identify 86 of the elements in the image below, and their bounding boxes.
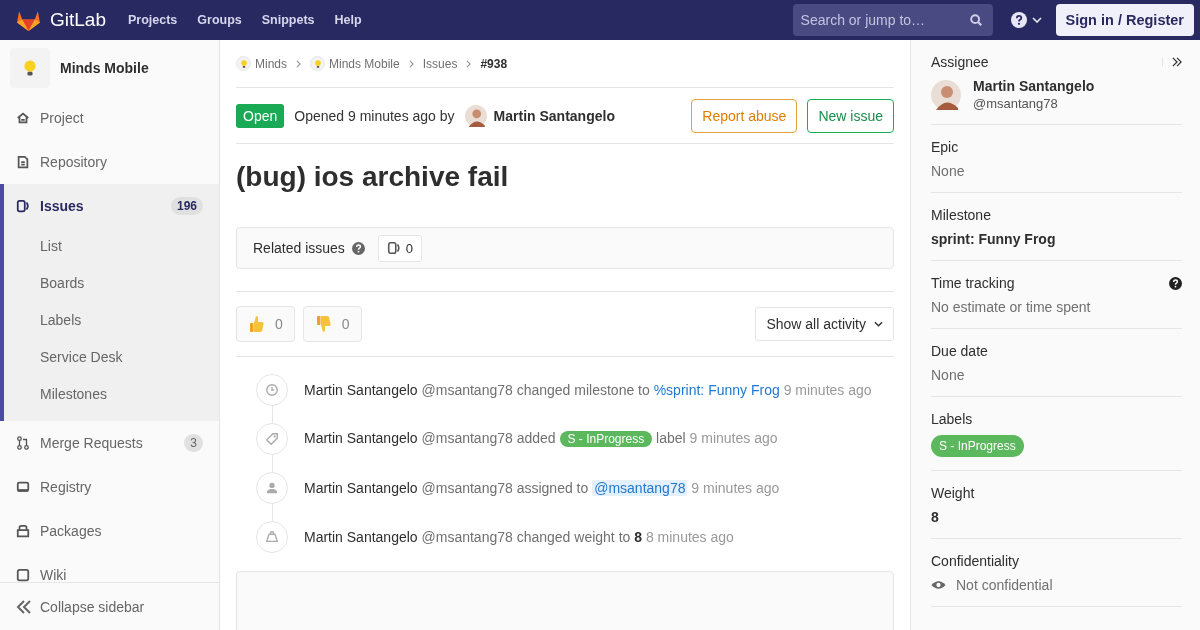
thumbs-down-button[interactable]: 0 [302, 306, 362, 342]
chevron-right-icon [408, 59, 414, 68]
section-value: No estimate or time spent [931, 299, 1092, 315]
section-heading: Epic [931, 139, 959, 155]
thumbs-up-button[interactable]: 0 [236, 306, 295, 342]
nav-link[interactable]: Help [334, 13, 362, 27]
sidebar-item[interactable]: Issues 196 [4, 184, 219, 228]
section-heading: Due date [931, 343, 988, 359]
user-mention-link[interactable]: @msantang78 [592, 479, 688, 496]
clock-icon [256, 373, 288, 406]
chevron-down-icon [874, 321, 883, 327]
nav-link[interactable]: Projects [128, 13, 178, 27]
tag-icon [256, 422, 288, 455]
activity-note: Martin Santangelo @msantang78 changed milestone to %sprint: Funny Frog 9 minutes ago [304, 381, 872, 398]
issue-title: (bug) ios archive fail [236, 161, 510, 193]
status-badge: Open [236, 103, 285, 128]
weight-icon [256, 520, 288, 553]
user-icon [256, 471, 288, 504]
sidebar-item[interactable]: Registry [0, 465, 219, 509]
logo-text[interactable]: GitLab [50, 9, 106, 31]
issues-icon [16, 199, 30, 213]
section-value: 8 [931, 509, 940, 525]
section-heading: Weight [931, 485, 975, 501]
chevron-right-icon [296, 59, 301, 68]
breadcrumb-link[interactable]: Issues [422, 56, 458, 71]
report-abuse-button[interactable]: Report abuse [691, 98, 798, 133]
double-chevron-left-icon [16, 599, 32, 614]
section-value: Not confidential [956, 577, 1053, 593]
help-icon[interactable] [1169, 276, 1182, 290]
breadcrumb-link[interactable]: Minds Mobile [329, 56, 400, 71]
section-value: None [931, 367, 966, 383]
author-link[interactable]: Martin Santangelo [493, 107, 615, 124]
milestone-link[interactable]: %sprint: Funny Frog [653, 381, 780, 398]
assignee-heading: Assignee [931, 54, 989, 70]
sidebar-item[interactable]: Packages [0, 509, 219, 553]
nav-link[interactable]: Groups [197, 13, 242, 27]
house-icon [16, 111, 30, 125]
sign-in-button[interactable]: Sign in / Register [1055, 4, 1194, 36]
section-value: sprint: Funny Frog [931, 231, 1057, 247]
sidebar-subitem[interactable]: Boards [4, 265, 219, 302]
sidebar-subitem[interactable]: Milestones [4, 376, 219, 413]
thumbs-up-icon [249, 315, 265, 333]
activity-note: Martin Santangelo @msantang78 added S - InProgress label 9 minutes ago [304, 430, 778, 447]
sidebar-item[interactable]: Wiki [0, 553, 219, 582]
sidebar-subitem[interactable]: List [4, 228, 219, 265]
document-icon [16, 155, 30, 169]
sidebar-item[interactable]: Repository [0, 140, 219, 184]
opened-text: Opened 9 minutes ago by [294, 107, 455, 124]
chevron-down-icon [1031, 17, 1042, 23]
count-badge: 196 [170, 197, 203, 215]
container-icon [16, 480, 30, 494]
sidebar-item[interactable]: Project [0, 96, 219, 140]
new-issue-button[interactable]: New issue [807, 98, 894, 133]
section-heading: Milestone [931, 207, 991, 223]
section-heading: Time tracking [931, 275, 1015, 291]
eye-icon [931, 580, 946, 590]
help-icon [1010, 12, 1027, 28]
related-issues-heading: Related issues [253, 240, 345, 256]
search-icon [968, 13, 983, 27]
count-badge: 3 [184, 434, 203, 452]
section-heading: Confidentiality [931, 553, 1019, 569]
assignee-handle: @msantang78 [973, 96, 1059, 111]
help-dropdown[interactable] [1010, 12, 1042, 28]
nav-link[interactable]: Snippets [261, 13, 315, 27]
thumbs-down-icon [315, 315, 332, 333]
issues-icon [386, 241, 401, 255]
search-field[interactable]: Search or jump to… [792, 4, 993, 36]
merge-request-icon [16, 436, 30, 450]
avatar [464, 104, 487, 127]
activity-filter-dropdown[interactable]: Show all activity [755, 307, 894, 341]
double-chevron-right-icon[interactable] [1162, 57, 1182, 67]
breadcrumb-link[interactable]: Minds [255, 56, 287, 71]
activity-note: Martin Santangelo @msantang78 assigned to @msantang78 9 minutes ago [304, 479, 780, 496]
project-name[interactable]: Minds Mobile [60, 60, 149, 76]
sidebar-item[interactable]: Merge Requests 3 [0, 421, 219, 465]
assignee-name[interactable]: Martin Santangelo [973, 78, 1095, 94]
package-icon [16, 524, 30, 538]
sidebar-subitem[interactable]: Labels [4, 302, 219, 339]
count-text: 0 [405, 240, 414, 256]
section-heading: Labels [931, 411, 973, 427]
section-value: None [931, 163, 966, 179]
breadcrumb-link[interactable]: #938 [480, 56, 508, 71]
sidebar-subitem[interactable]: Service Desk [4, 339, 219, 376]
activity-note: Martin Santangelo @msantang78 changed weight to 8 8 minutes ago [304, 528, 734, 545]
avatar [931, 79, 961, 110]
chevron-right-icon [466, 59, 472, 68]
